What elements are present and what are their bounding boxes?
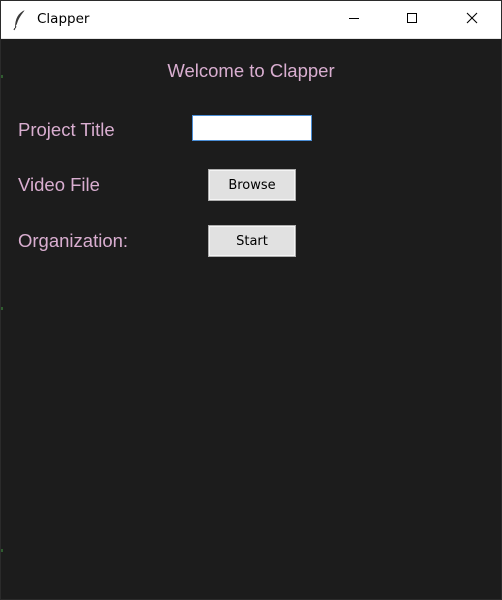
start-button[interactable]: Start bbox=[208, 225, 296, 257]
welcome-heading: Welcome to Clapper bbox=[167, 60, 335, 81]
window-title: Clapper bbox=[37, 11, 90, 27]
organization-label: Organization: bbox=[18, 230, 129, 251]
close-button[interactable] bbox=[449, 1, 495, 38]
title-bar[interactable]: Clapper bbox=[1, 1, 501, 39]
close-icon bbox=[466, 11, 478, 29]
main-panel: Welcome to Clapper Project Title Video F… bbox=[1, 39, 501, 599]
maximize-button[interactable] bbox=[389, 1, 435, 38]
project-title-label: Project Title bbox=[18, 119, 115, 140]
browse-button[interactable]: Browse bbox=[208, 169, 296, 201]
minimize-icon bbox=[348, 11, 360, 29]
feather-icon bbox=[12, 9, 28, 31]
maximize-icon bbox=[406, 11, 418, 29]
window-edge-mark bbox=[1, 307, 3, 310]
app-window: Clapper Welcome to Clapper Project Title… bbox=[0, 0, 502, 600]
project-title-input[interactable] bbox=[192, 115, 312, 141]
window-edge-mark bbox=[1, 549, 3, 552]
video-file-label: Video File bbox=[18, 174, 100, 195]
window-edge-mark bbox=[1, 75, 3, 78]
minimize-button[interactable] bbox=[331, 1, 377, 38]
